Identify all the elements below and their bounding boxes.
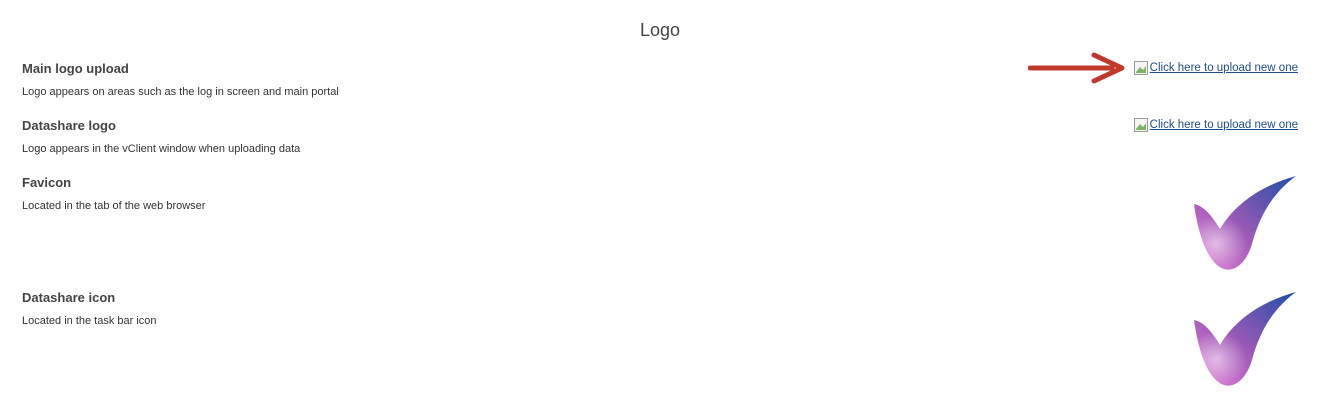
checkmark-swoosh-icon[interactable] [1190, 290, 1300, 388]
broken-image-icon [1133, 118, 1148, 132]
main-logo-setting: Main logo upload Logo appears on areas s… [22, 61, 339, 99]
datashare-logo-title: Datashare logo [22, 118, 116, 133]
datashare-icon-description: Located in the task bar icon [22, 315, 157, 327]
datashare-icon-title: Datashare icon [22, 290, 116, 305]
datashare-logo-description: Logo appears in the vClient window when … [22, 143, 301, 155]
main-logo-upload-link[interactable]: Click here to upload new one [1133, 61, 1298, 75]
favicon-title: Favicon [22, 175, 72, 190]
checkmark-swoosh-icon[interactable] [1190, 174, 1300, 272]
main-logo-upload-label[interactable]: Click here to upload new one [1150, 62, 1298, 74]
datashare-logo-setting: Datashare logo Logo appears in the vClie… [22, 118, 300, 156]
page-title: Logo [639, 20, 681, 40]
datashare-logo-upload-link[interactable]: Click here to upload new one [1133, 118, 1298, 132]
datashare-icon-setting: Datashare icon Located in the task bar i… [22, 290, 157, 328]
broken-image-icon [1133, 61, 1148, 75]
datashare-logo-upload-label[interactable]: Click here to upload new one [1150, 119, 1298, 131]
favicon-description: Located in the tab of the web browser [22, 200, 206, 212]
main-logo-title: Main logo upload [22, 61, 129, 76]
main-logo-description: Logo appears on areas such as the log in… [22, 86, 339, 98]
favicon-setting: Favicon Located in the tab of the web br… [22, 175, 205, 213]
arrow-right-icon [1028, 52, 1125, 84]
